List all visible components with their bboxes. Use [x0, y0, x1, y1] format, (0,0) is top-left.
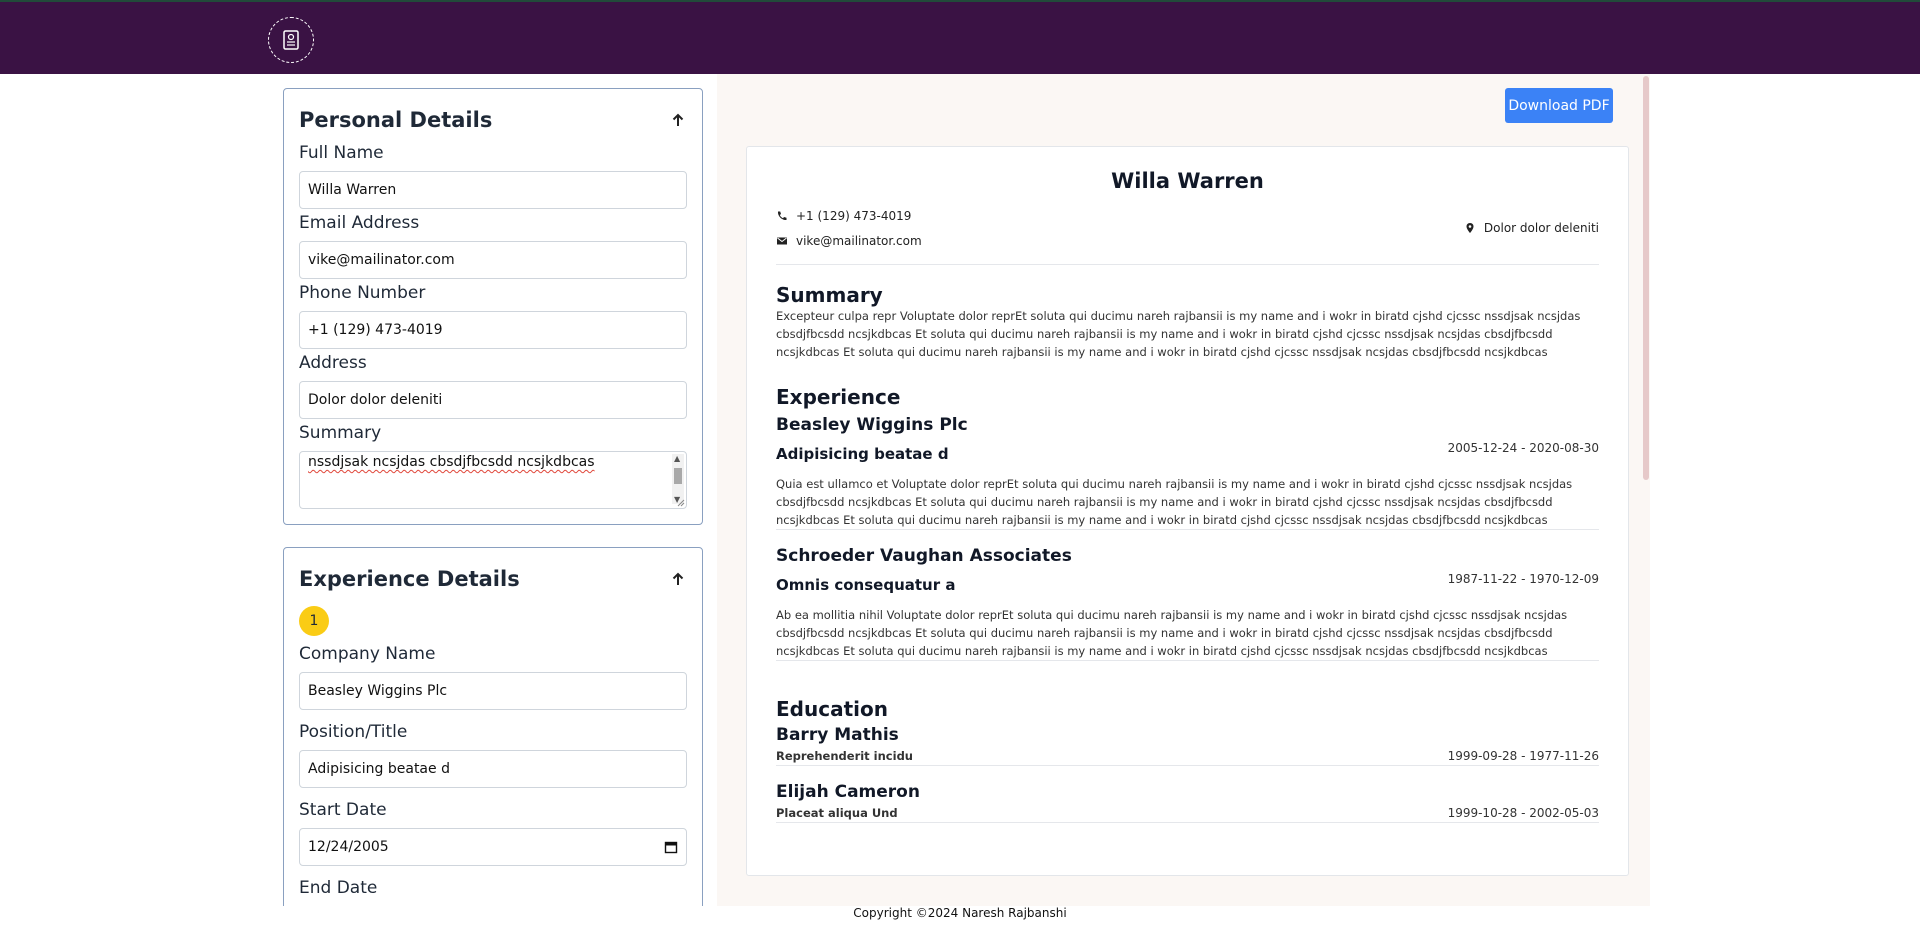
collapse-arrow-icon[interactable]	[669, 111, 687, 129]
experience-role: Omnis consequatur a	[776, 576, 956, 594]
contact-email: vike@mailinator.com	[776, 234, 922, 248]
education-heading: Education	[776, 697, 888, 721]
experience-company: Schroeder Vaughan Associates	[776, 546, 1072, 566]
contact-phone-text: +1 (129) 473-4019	[796, 209, 912, 223]
resize-handle-icon[interactable]	[675, 497, 685, 507]
logo[interactable]	[268, 17, 314, 63]
resume-builder-logo-icon	[283, 30, 299, 50]
education-entry: Elijah Cameron Placeat aliqua Und 1999-1…	[776, 782, 1599, 823]
summary-paragraph: Excepteur culpa repr Voluptate dolor rep…	[776, 309, 1581, 359]
contact-phone: +1 (129) 473-4019	[776, 209, 911, 223]
experience-index-badge: 1	[299, 606, 329, 636]
experience-role: Adipisicing beatae d	[776, 445, 949, 463]
summary-heading: Summary	[776, 283, 883, 307]
start-date-input[interactable]: 12/24/2005	[299, 828, 687, 866]
summary-label: Summary	[299, 423, 382, 443]
resume-name: Willa Warren	[1111, 169, 1264, 193]
education-degree: Placeat aliqua Und	[776, 806, 898, 820]
education-school: Elijah Cameron	[776, 782, 920, 802]
scroll-thumb[interactable]	[674, 468, 682, 484]
education-entry: Barry Mathis Reprehenderit incidu 1999-0…	[776, 725, 1599, 766]
experience-entry: Beasley Wiggins Plc Adipisicing beatae d…	[776, 415, 1599, 530]
phone-icon	[777, 211, 787, 221]
education-school: Barry Mathis	[776, 725, 899, 745]
calendar-icon[interactable]	[664, 840, 678, 854]
resume-preview: Willa Warren +1 (129) 473-4019 vike@mail…	[746, 146, 1629, 876]
top-navbar	[0, 0, 1920, 74]
contact-email-text: vike@mailinator.com	[796, 234, 922, 248]
preview-scrollbar[interactable]	[1643, 76, 1649, 480]
email-label: Email Address	[299, 213, 420, 233]
address-label: Address	[299, 353, 367, 373]
mail-icon	[777, 237, 787, 245]
experience-description: Quia est ullamco et Voluptate dolor repr…	[776, 477, 1573, 527]
contact-info: +1 (129) 473-4019 vike@mailinator.com Do…	[776, 205, 1599, 265]
start-date-value: 12/24/2005	[308, 839, 389, 855]
summary-text: nssdjsak ncsjdas cbsdjfbcsdd ncsjkdbcas	[308, 454, 595, 470]
footer-copyright: Copyright ©2024 Naresh Rajbanshi	[853, 906, 1067, 920]
location-pin-icon	[1466, 223, 1474, 233]
experience-company: Beasley Wiggins Plc	[776, 415, 968, 435]
collapse-arrow-icon[interactable]	[669, 570, 687, 588]
experience-details-title: Experience Details	[299, 567, 520, 591]
personal-details-card: Personal Details Full Name Willa Warren …	[283, 88, 703, 525]
education-degree: Reprehenderit incidu	[776, 749, 913, 763]
contact-address-text: Dolor dolor deleniti	[1483, 221, 1599, 235]
full-name-input[interactable]: Willa Warren	[299, 171, 687, 209]
experience-heading: Experience	[776, 385, 901, 409]
experience-dates: 1987-11-22 - 1970-12-09	[1447, 572, 1599, 586]
end-date-label: End Date	[299, 878, 378, 898]
position-label: Position/Title	[299, 722, 408, 742]
email-input[interactable]: vike@mailinator.com	[299, 241, 687, 279]
phone-input[interactable]: +1 (129) 473-4019	[299, 311, 687, 349]
position-input[interactable]: Adipisicing beatae d	[299, 750, 687, 788]
form-column: Personal Details Full Name Willa Warren …	[283, 74, 703, 906]
personal-details-title: Personal Details	[299, 108, 493, 132]
address-input[interactable]: Dolor dolor deleniti	[299, 381, 687, 419]
experience-dates: 2005-12-24 - 2020-08-30	[1447, 441, 1599, 455]
education-dates: 1999-10-28 - 2002-05-03	[1447, 806, 1599, 820]
contact-address: Dolor dolor deleniti	[1464, 221, 1599, 235]
start-date-label: Start Date	[299, 800, 387, 820]
experience-entry: Schroeder Vaughan Associates Omnis conse…	[776, 546, 1599, 661]
scroll-up-icon[interactable]: ▲	[674, 454, 680, 463]
full-name-label: Full Name	[299, 143, 384, 163]
experience-details-card: Experience Details 1 Company Name Beasle…	[283, 547, 703, 906]
company-name-input[interactable]: Beasley Wiggins Plc	[299, 672, 687, 710]
summary-textarea[interactable]: nssdjsak ncsjdas cbsdjfbcsdd ncsjkdbcas …	[299, 451, 687, 509]
phone-label: Phone Number	[299, 283, 426, 303]
education-dates: 1999-09-28 - 1977-11-26	[1447, 749, 1599, 763]
download-pdf-button[interactable]: Download PDF	[1505, 88, 1613, 123]
experience-description: Ab ea mollitia nihil Voluptate dolor rep…	[776, 608, 1568, 658]
company-name-label: Company Name	[299, 644, 436, 664]
